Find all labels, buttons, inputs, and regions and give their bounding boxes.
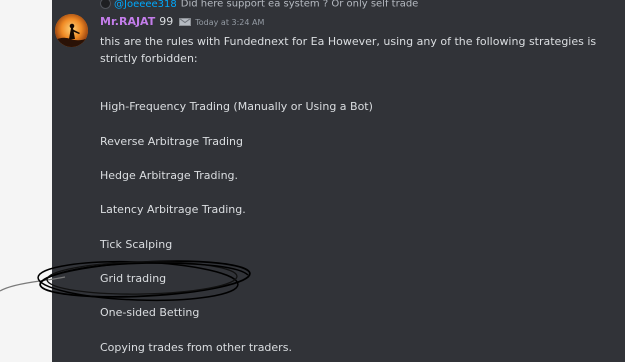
rule-item: High-Frequency Trading (Manually or Usin… [100,100,373,113]
rule-item: Tick Scalping [100,238,173,251]
username[interactable]: Mr.RAJAT [100,15,155,28]
role-badge: 99 [159,15,174,28]
reply-username[interactable]: @Joeeee318 [114,0,177,10]
rule-item: Reverse Arbitrage Trading [100,135,243,148]
message-intro: this are the rules with Fundednext for E… [100,35,597,65]
reply-preview[interactable]: @Joeeee318 Did here support ea system ? O… [100,0,418,9]
rule-item: Copying trades from other traders. [100,341,292,354]
mail-icon [179,18,192,26]
timestamp: Today at 3:24 AM [195,18,265,27]
avatar-image [55,14,88,47]
hand-drawn-circle-annotation [0,260,251,302]
rule-item: One-sided Betting [100,306,200,319]
rule-item: Hedge Arbitrage Trading. [100,169,239,182]
rule-item: Latency Arbitrage Trading. [100,203,246,216]
message-header: Mr.RAJAT 99 Today at 3:24 AM [100,15,264,29]
avatar[interactable] [55,14,88,47]
reply-text: Did here support ea system ? Or only sel… [180,0,419,10]
